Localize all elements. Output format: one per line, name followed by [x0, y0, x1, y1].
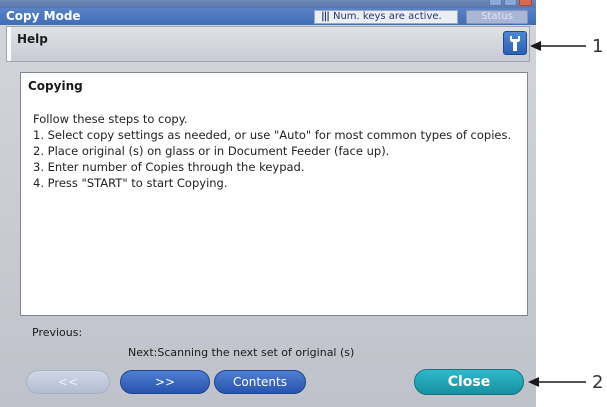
num-keys-indicator: ||| Num. keys are active.	[314, 10, 458, 24]
previous-label: Previous:	[32, 326, 83, 339]
callout-number-2: 2	[592, 372, 604, 393]
window-title: Copy Mode	[6, 9, 81, 23]
wrench-icon	[510, 36, 520, 51]
content-heading: Copying	[28, 79, 83, 93]
help-content-panel: Copying Follow these steps to copy. 1. S…	[20, 72, 528, 316]
window-controls	[489, 0, 532, 6]
tool-button[interactable]	[503, 31, 527, 55]
instruction-line: 4. Press "START" to start Copying.	[33, 176, 228, 190]
title-bar: Copy Mode ||| Num. keys are active. Statu…	[0, 8, 536, 25]
maximize-button[interactable]	[504, 0, 517, 6]
content-body: Follow these steps to copy. 1. Select co…	[33, 111, 523, 191]
help-header: Help	[6, 26, 530, 62]
copy-mode-window: Copy Mode ||| Num. keys are active. Statu…	[0, 0, 536, 407]
back-button[interactable]: <<	[26, 370, 110, 394]
close-button[interactable]: Close	[414, 369, 524, 395]
forward-button[interactable]: >>	[120, 370, 210, 394]
keypad-icon: |||	[321, 11, 330, 22]
callout-arrow-2	[528, 377, 586, 387]
instruction-line: 1. Select copy settings as needed, or us…	[33, 128, 512, 142]
contents-button[interactable]: Contents	[214, 370, 306, 394]
status-button[interactable]: Status	[466, 10, 528, 24]
help-header-accent	[7, 27, 11, 61]
window-top-strip	[0, 0, 536, 8]
help-title: Help	[17, 32, 48, 46]
callout-arrow-1	[530, 41, 586, 51]
window-close-button[interactable]	[519, 0, 532, 6]
callout-number-1: 1	[592, 36, 604, 57]
instruction-line: 2. Place original (s) on glass or in Doc…	[33, 144, 390, 158]
num-keys-text: Num. keys are active.	[332, 11, 442, 22]
instruction-line: 3. Enter number of Copies through the ke…	[33, 160, 305, 174]
instruction-line: Follow these steps to copy.	[33, 112, 188, 126]
minimize-button[interactable]	[489, 0, 502, 6]
next-label: Next:Scanning the next set of original (…	[128, 346, 355, 359]
